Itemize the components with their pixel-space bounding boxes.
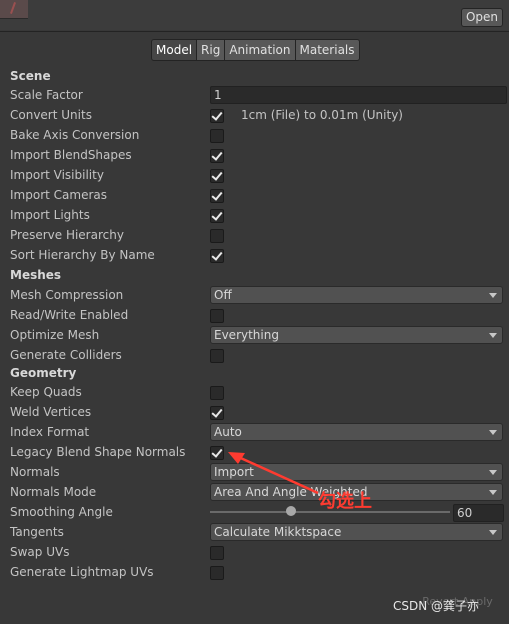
- import-lights-checkbox[interactable]: [210, 209, 224, 223]
- legacy-blend-shape-normals-label: Legacy Blend Shape Normals: [10, 445, 186, 459]
- smoothing-angle-label: Smoothing Angle: [10, 505, 113, 519]
- generate-lightmap-uvs-checkbox[interactable]: [210, 566, 224, 580]
- chevron-down-icon: [489, 470, 497, 475]
- import-cameras-checkbox[interactable]: [210, 189, 224, 203]
- optimize-mesh-label: Optimize Mesh: [10, 328, 100, 342]
- legacy-blend-shape-normals-checkbox[interactable]: [210, 446, 224, 460]
- import-visibility-checkbox[interactable]: [210, 169, 224, 183]
- generate-colliders-checkbox[interactable]: [210, 349, 224, 363]
- importer-tabs: Model Rig Animation Materials: [151, 39, 360, 61]
- swap-uvs-checkbox[interactable]: [210, 546, 224, 560]
- section-meshes: Meshes: [10, 268, 62, 282]
- chevron-down-icon: [489, 430, 497, 435]
- tangents-dropdown[interactable]: Calculate Mikktspace: [210, 523, 503, 541]
- chevron-down-icon: [489, 490, 497, 495]
- open-button[interactable]: Open: [461, 8, 503, 27]
- mesh-compression-value: Off: [214, 288, 232, 302]
- chevron-down-icon: [489, 333, 497, 338]
- watermark: CSDN @龚子亦: [393, 599, 480, 613]
- normals-label: Normals: [10, 465, 60, 479]
- sort-hierarchy-checkbox[interactable]: [210, 249, 224, 263]
- generate-colliders-label: Generate Colliders: [10, 348, 122, 362]
- weld-vertices-checkbox[interactable]: [210, 406, 224, 420]
- import-blendshapes-checkbox[interactable]: [210, 149, 224, 163]
- normals-dropdown[interactable]: Import: [210, 463, 503, 481]
- section-scene: Scene: [10, 69, 51, 83]
- read-write-enabled-label: Read/Write Enabled: [10, 308, 129, 322]
- inspector-header: Open: [0, 0, 509, 30]
- preserve-hierarchy-label: Preserve Hierarchy: [10, 228, 124, 242]
- keep-quads-checkbox[interactable]: [210, 386, 224, 400]
- convert-units-note: 1cm (File) to 0.01m (Unity): [241, 108, 403, 122]
- mesh-compression-dropdown[interactable]: Off: [210, 286, 503, 304]
- tab-materials[interactable]: Materials: [294, 39, 360, 61]
- index-format-label: Index Format: [10, 425, 90, 439]
- tangents-label: Tangents: [10, 525, 64, 539]
- header-divider: [0, 31, 509, 32]
- chevron-down-icon: [489, 293, 497, 298]
- read-write-enabled-checkbox[interactable]: [210, 309, 224, 323]
- convert-units-label: Convert Units: [10, 108, 92, 122]
- normals-value: Import: [214, 465, 254, 479]
- sort-hierarchy-label: Sort Hierarchy By Name: [10, 248, 155, 262]
- mesh-compression-label: Mesh Compression: [10, 288, 124, 302]
- tab-model[interactable]: Model: [151, 39, 198, 61]
- bake-axis-conversion-checkbox[interactable]: [210, 129, 224, 143]
- convert-units-checkbox[interactable]: [210, 109, 224, 123]
- normals-mode-label: Normals Mode: [10, 485, 97, 499]
- smoothing-angle-input[interactable]: 60: [453, 504, 504, 522]
- swap-uvs-label: Swap UVs: [10, 545, 70, 559]
- annotation-text: 勾选上: [318, 491, 372, 512]
- index-format-value: Auto: [214, 425, 242, 439]
- scale-factor-label: Scale Factor: [10, 88, 83, 102]
- optimize-mesh-dropdown[interactable]: Everything: [210, 326, 503, 344]
- asset-thumbnail-icon: [0, 0, 28, 19]
- tab-rig[interactable]: Rig: [196, 39, 226, 61]
- weld-vertices-label: Weld Vertices: [10, 405, 92, 419]
- import-visibility-label: Import Visibility: [10, 168, 104, 182]
- tangents-value: Calculate Mikktspace: [214, 525, 342, 539]
- scale-factor-input[interactable]: 1: [210, 86, 507, 104]
- section-geometry: Geometry: [10, 366, 77, 380]
- import-blendshapes-label: Import BlendShapes: [10, 148, 132, 162]
- bake-axis-conversion-label: Bake Axis Conversion: [10, 128, 140, 142]
- generate-lightmap-uvs-label: Generate Lightmap UVs: [10, 565, 154, 579]
- preserve-hierarchy-checkbox[interactable]: [210, 229, 224, 243]
- optimize-mesh-value: Everything: [214, 328, 279, 342]
- import-lights-label: Import Lights: [10, 208, 90, 222]
- tab-animation[interactable]: Animation: [224, 39, 296, 61]
- chevron-down-icon: [489, 530, 497, 535]
- smoothing-angle-slider-handle[interactable]: [286, 506, 296, 516]
- index-format-dropdown[interactable]: Auto: [210, 423, 503, 441]
- keep-quads-label: Keep Quads: [10, 385, 82, 399]
- import-cameras-label: Import Cameras: [10, 188, 107, 202]
